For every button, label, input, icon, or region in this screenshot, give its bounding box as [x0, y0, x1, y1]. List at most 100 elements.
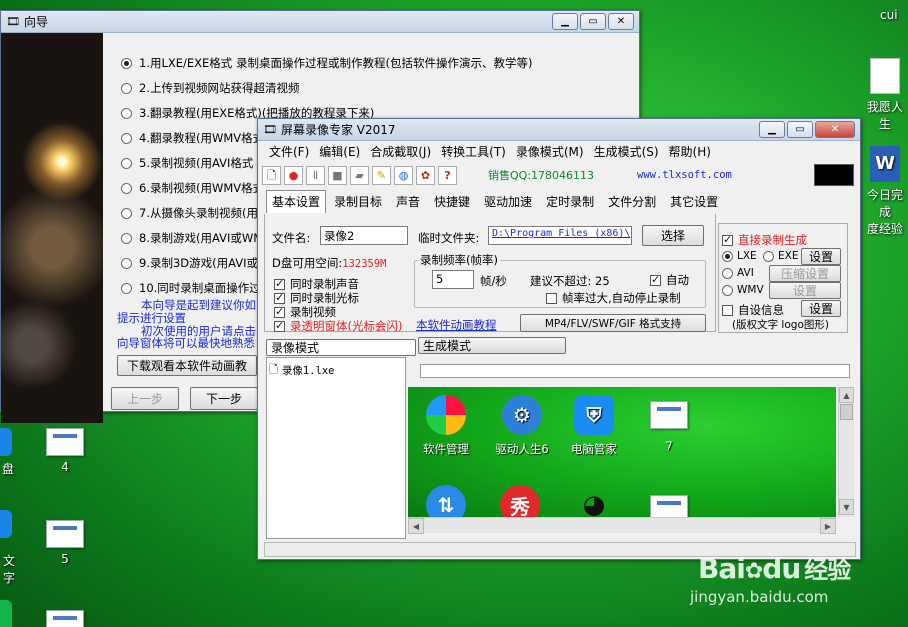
pc-manager-shield-icon: ⛨: [574, 395, 614, 435]
wizard-option-2[interactable]: 2.上传到视频网站获得超清视频: [121, 80, 299, 96]
wizard-option-8[interactable]: 8.录制游戏(用AVI或WM: [121, 230, 263, 246]
desktop-icon-doc[interactable]: 我愿人生: [862, 58, 908, 132]
wizard-option-9[interactable]: 9.录制3D游戏(用AVI或: [121, 255, 258, 271]
desktop-icon-label: 文字: [2, 554, 15, 585]
format-lxe-radio[interactable]: LXE: [722, 250, 757, 262]
close-button[interactable]: ✕: [815, 121, 855, 138]
black-indicator: [814, 164, 854, 186]
menu-file[interactable]: 文件(F): [264, 141, 314, 161]
tab-timer[interactable]: 定时录制: [540, 190, 600, 213]
menu-edit[interactable]: 编辑(E): [314, 141, 365, 161]
desktop-icon-text[interactable]: 文字: [0, 510, 18, 586]
tab-target[interactable]: 录制目标: [328, 190, 388, 213]
gift-icon[interactable]: ✿: [416, 165, 435, 185]
checkbox-icon: [722, 233, 733, 246]
help-icon[interactable]: ?: [438, 165, 457, 185]
record-icon[interactable]: ●: [284, 165, 303, 185]
desktop-icon-label: 我愿人生: [866, 100, 903, 131]
auto-stop-checkbox[interactable]: 帧率过大,自动停止录制: [546, 290, 681, 306]
format-exe-radio[interactable]: EXE: [763, 250, 798, 262]
minimize-button[interactable]: ▁: [759, 121, 785, 138]
format-wmv-radio[interactable]: WMV: [722, 284, 764, 296]
pause-icon[interactable]: Ⅱ: [306, 165, 325, 185]
camera-icon[interactable]: ▰: [350, 165, 369, 185]
scroll-up-icon[interactable]: ▲: [839, 387, 854, 403]
app-label: 驱动人生6: [495, 442, 549, 456]
tab-other[interactable]: 其它设置: [664, 190, 724, 213]
temp-folder-input[interactable]: D:\Program Files (x86)\: [488, 226, 632, 245]
sales-qq[interactable]: 销售QQ:178046113: [488, 167, 594, 183]
frame-rate-group-label: 录制频率(帧率): [418, 252, 500, 268]
minimize-button[interactable]: ▁: [552, 13, 578, 30]
menu-bar: 文件(F) 编辑(E) 合成截取(J) 转换工具(T) 录像模式(M) 生成模式…: [258, 141, 860, 161]
preview-vertical-scrollbar[interactable]: ▲ ▼: [838, 387, 854, 517]
scroll-left-icon[interactable]: ◀: [408, 518, 424, 534]
generate-mode-tab[interactable]: 生成模式: [418, 337, 566, 354]
desktop-icon-5[interactable]: 5: [44, 520, 86, 566]
filename-input[interactable]: 录像2: [320, 226, 408, 245]
close-button[interactable]: ✕: [608, 13, 634, 30]
tutorial-link[interactable]: 本软件动画教程: [416, 317, 497, 333]
radio-icon: [121, 82, 132, 94]
fps-input[interactable]: 5: [432, 270, 474, 289]
file-list[interactable]: 🗋 录像1.lxe: [266, 357, 406, 539]
transparent-window-checkbox[interactable]: 录透明窗体(光标会闪): [274, 318, 402, 334]
preview-horizontal-scrollbar[interactable]: ◀ ▶: [408, 517, 836, 534]
record-mode-tab[interactable]: 录像模式: [266, 339, 416, 356]
pen-icon[interactable]: ✎: [372, 165, 391, 185]
scroll-right-icon[interactable]: ▶: [820, 518, 836, 534]
menu-help[interactable]: 帮助(H): [664, 141, 716, 161]
wizard-option-5[interactable]: 5.录制视频(用AVI格式: [121, 155, 253, 171]
prev-step-button[interactable]: 上一步: [111, 387, 179, 410]
scroll-down-icon[interactable]: ▼: [839, 499, 854, 515]
menu-generate-mode[interactable]: 生成模式(S): [589, 141, 664, 161]
format-support-button[interactable]: MP4/FLV/SWF/GIF 格式支持: [520, 314, 706, 332]
desktop-icon-word[interactable]: W 今日完成 度经验: [862, 146, 908, 237]
custom-info-settings-button[interactable]: 设置: [801, 300, 841, 317]
globe-icon[interactable]: ◍: [394, 165, 413, 185]
scroll-thumb[interactable]: [840, 404, 853, 420]
desktop-icon-green-partial[interactable]: [0, 600, 12, 627]
website-link[interactable]: www.tlxsoft.com: [637, 169, 732, 181]
wizard-galaxy-image: [1, 33, 103, 423]
desktop-icon-bottom-thumb[interactable]: [44, 610, 86, 627]
wizard-option-4[interactable]: 4.翻录教程(用WMV格式: [121, 130, 264, 146]
tab-split[interactable]: 文件分割: [602, 190, 662, 213]
menu-convert[interactable]: 转换工具(T): [436, 141, 511, 161]
tab-sound[interactable]: 声音: [390, 190, 426, 213]
wizard-option-6[interactable]: 6.录制视频(用WMV格式: [121, 180, 264, 196]
maximize-button[interactable]: ▭: [787, 121, 813, 138]
menu-compose[interactable]: 合成截取(J): [365, 141, 436, 161]
wizard-option-10[interactable]: 10.同时录制桌面操作过: [121, 280, 261, 296]
desktop-icon-4[interactable]: 4: [44, 428, 86, 474]
auto-fps-checkbox[interactable]: 自动: [650, 272, 689, 288]
desktop-icon-disk[interactable]: 盘: [0, 428, 16, 477]
menu-record-mode[interactable]: 录像模式(M): [511, 141, 589, 161]
stop-icon[interactable]: ■: [328, 165, 347, 185]
radio-icon: [121, 257, 132, 269]
wizard-titlebar[interactable]: 🎞 向导 ▁ ▭ ✕: [1, 11, 639, 33]
custom-info-checkbox[interactable]: 自设信息: [722, 302, 784, 318]
tab-driver[interactable]: 驱动加速: [478, 190, 538, 213]
radio-icon: [763, 250, 774, 262]
format-settings-button[interactable]: 设置: [801, 248, 841, 265]
compress-settings-button[interactable]: 压缩设置: [769, 265, 841, 282]
wizard-option-1[interactable]: 1.用LXE/EXE格式 录制桌面操作过程或制作教程(包括软件操作演示、教学等): [121, 55, 532, 71]
recorder-window: 🎞 屏幕录像专家 V2017 ▁ ▭ ✕ 文件(F) 编辑(E) 合成截取(J)…: [257, 118, 861, 560]
scroll-track[interactable]: [839, 421, 854, 499]
new-file-icon[interactable]: 🗋: [262, 165, 281, 185]
tab-basic[interactable]: 基本设置: [266, 190, 327, 213]
wizard-title: 向导: [23, 15, 48, 29]
list-item[interactable]: 🗋 录像1.lxe: [267, 358, 405, 383]
wizard-option-7[interactable]: 7.从摄像头录制视频(用: [121, 205, 258, 221]
next-step-button[interactable]: 下一步: [190, 387, 258, 410]
download-tutorial-button[interactable]: 下载观看本软件动画教: [117, 355, 257, 376]
wmv-settings-button[interactable]: 设置: [769, 282, 841, 299]
format-avi-radio[interactable]: AVI: [722, 267, 754, 279]
maximize-button[interactable]: ▭: [580, 13, 606, 30]
recorder-titlebar[interactable]: 🎞 屏幕录像专家 V2017 ▁ ▭ ✕: [258, 119, 860, 141]
tab-hotkey[interactable]: 快捷键: [428, 190, 476, 213]
fps-suggestion: 建议不超过: 25: [530, 274, 610, 288]
select-folder-button[interactable]: 选择: [642, 225, 704, 246]
direct-generate-checkbox[interactable]: 直接录制生成: [722, 232, 807, 248]
